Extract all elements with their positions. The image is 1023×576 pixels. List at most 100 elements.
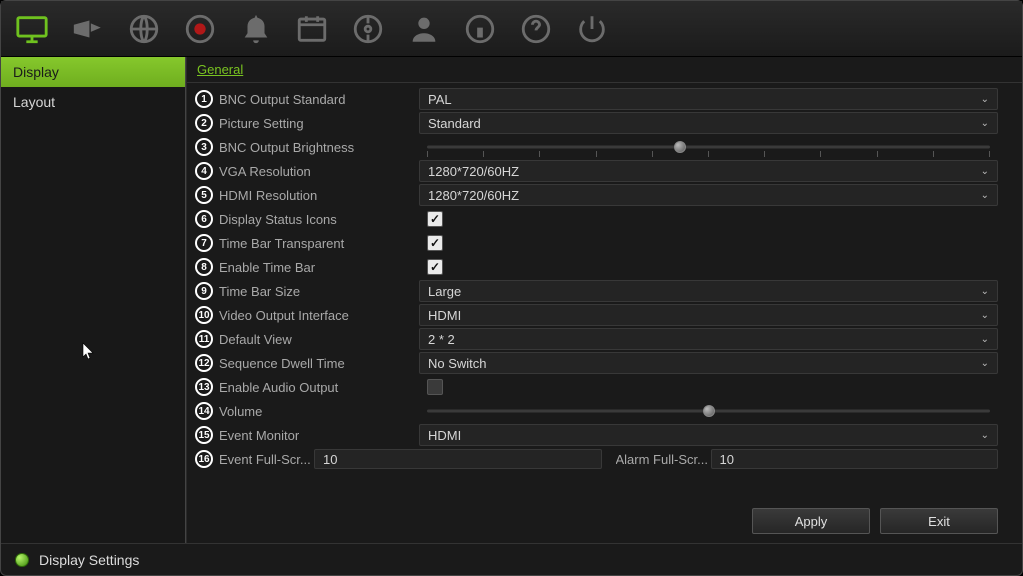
top-toolbar [1,1,1022,57]
select-vga-resolution[interactable]: 1280*720/60HZ ⌄ [419,160,998,182]
row-number-badge: 5 [195,186,213,204]
row-number-badge: 3 [195,138,213,156]
select-value: No Switch [428,356,487,371]
label-event-fullscreen: Event Full-Scr... [219,452,314,467]
chevron-down-icon: ⌄ [979,334,989,345]
row-13: 13Enable Audio Output [195,375,998,399]
sidebar: Display Layout [1,57,186,543]
field-label: Video Output Interface [219,308,419,323]
chevron-down-icon: ⌄ [979,430,989,441]
row-1: 1 BNC Output StandardPAL⌄ [195,87,998,111]
info-icon[interactable] [461,10,499,48]
select-value: 1280*720/60HZ [428,188,519,203]
checkbox-display-status-icons[interactable]: ✓ [427,211,443,227]
camera-icon[interactable] [69,10,107,48]
slider-thumb[interactable] [674,141,686,153]
row-number-badge: 11 [195,330,213,348]
chevron-down-icon: ⌄ [979,190,989,201]
select-value: 1280*720/60HZ [428,164,519,179]
field-label: BNC Output Standard [219,92,419,107]
footer: Display Settings [1,543,1022,575]
field-label: Default View [219,332,419,347]
row-15: 15 Event MonitorHDMI⌄ [195,423,998,447]
select-picture-setting[interactable]: Standard ⌄ [419,112,998,134]
input-event-fullscreen[interactable] [314,449,602,469]
label-alarm-fullscreen: Alarm Full-Scr... [616,452,711,467]
globe-icon[interactable] [125,10,163,48]
row-number-badge: 9 [195,282,213,300]
checkbox-time-bar-transparent[interactable]: ✓ [427,235,443,251]
select-sequence-dwell-time[interactable]: No Switch ⌄ [419,352,998,374]
row-number-badge: 4 [195,162,213,180]
select-hdmi-resolution[interactable]: 1280*720/60HZ ⌄ [419,184,998,206]
row-6: 6 Display Status Icons ✓ [195,207,998,231]
slider-volume[interactable] [427,400,990,422]
row-4: 4 VGA Resolution 1280*720/60HZ ⌄ [195,159,998,183]
field-label: Sequence Dwell Time [219,356,419,371]
tab-general[interactable]: General [197,62,243,77]
record-icon[interactable] [181,10,219,48]
row-7: 7Time Bar Transparent✓ [195,231,998,255]
chevron-down-icon: ⌄ [979,94,989,105]
help-icon[interactable] [517,10,555,48]
user-icon[interactable] [405,10,443,48]
row-number-badge: 14 [195,402,213,420]
row-number-badge: 6 [195,210,213,228]
body: Display Layout General 1 BNC Output Stand… [1,57,1022,543]
field-label: BNC Output Brightness [219,140,419,155]
power-icon[interactable] [573,10,611,48]
row-number-badge: 13 [195,378,213,396]
field-label: HDMI Resolution [219,188,419,203]
row-5: 5 HDMI Resolution 1280*720/60HZ ⌄ [195,183,998,207]
select-event-monitor[interactable]: HDMI⌄ [419,424,998,446]
row-number-badge: 8 [195,258,213,276]
select-time-bar-size[interactable]: Large⌄ [419,280,998,302]
chevron-down-icon: ⌄ [979,358,989,369]
row-number-badge: 15 [195,426,213,444]
sidebar-item-display[interactable]: Display [1,57,185,87]
slider-bnc-output-brightness[interactable] [427,136,990,158]
footer-title: Display Settings [39,552,139,568]
select-video-output-interface[interactable]: HDMI⌄ [419,304,998,326]
field-label: Time Bar Size [219,284,419,299]
settings-window: Display Layout General 1 BNC Output Stand… [0,0,1023,576]
select-bnc-output-standard[interactable]: PAL⌄ [419,88,998,110]
chevron-down-icon: ⌄ [979,166,989,177]
row-2: 2Picture SettingStandard⌄ [195,111,998,135]
chevron-down-icon: ⌄ [979,118,989,129]
disk-icon[interactable] [349,10,387,48]
field-label: Volume [219,404,419,419]
alarm-icon[interactable] [237,10,275,48]
row-8: 8Enable Time Bar✓ [195,255,998,279]
field-label: VGA Resolution [219,164,419,179]
checkbox-enable-audio-output[interactable] [427,379,443,395]
sidebar-item-layout[interactable]: Layout [1,87,185,117]
chevron-down-icon: ⌄ [979,286,989,297]
row-12: 12Sequence Dwell TimeNo Switch⌄ [195,351,998,375]
exit-button[interactable]: Exit [880,508,998,534]
checkbox-enable-time-bar[interactable]: ✓ [427,259,443,275]
row-16: 16 Event Full-Scr... Alarm Full-Scr... [195,447,998,471]
row-9: 9 Time Bar SizeLarge⌄ [195,279,998,303]
chevron-down-icon: ⌄ [979,310,989,321]
content: General 1BNC Output StandardPAL⌄2Picture… [186,57,1022,543]
field-label: Display Status Icons [219,212,419,227]
schedule-icon[interactable] [293,10,331,48]
row-14: 14 Volume [195,399,998,423]
monitor-icon[interactable] [13,10,51,48]
input-alarm-fullscreen[interactable] [711,449,999,469]
row-number-badge: 1 [195,90,213,108]
select-value: 2 * 2 [428,332,455,347]
apply-button[interactable]: Apply [752,508,870,534]
row-10: 10 Video Output InterfaceHDMI⌄ [195,303,998,327]
row-number-badge: 16 [195,450,213,468]
row-number-badge: 10 [195,306,213,324]
row-3: 3 BNC Output Brightness [195,135,998,159]
select-value: Standard [428,116,481,131]
slider-thumb[interactable] [703,405,715,417]
row-number-badge: 2 [195,114,213,132]
row-number-badge: 7 [195,234,213,252]
select-default-view[interactable]: 2 * 2 ⌄ [419,328,998,350]
field-label: Event Monitor [219,428,419,443]
tabs: General [187,57,1022,83]
